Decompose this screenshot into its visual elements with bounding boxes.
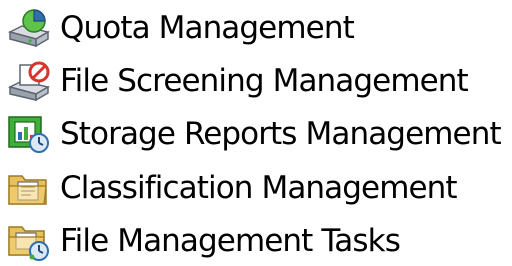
tree-item-file-management-tasks[interactable]: File Management Tasks <box>6 219 401 263</box>
file-screening-icon <box>6 61 52 101</box>
tree-item-label: File Screening Management <box>60 63 469 99</box>
tree-item-label: Quota Management <box>60 10 355 46</box>
quota-management-icon <box>6 8 52 48</box>
fsrm-tree-panel: Quota Management File Screening Manageme… <box>0 0 512 266</box>
tree-item-file-screening-management[interactable]: File Screening Management <box>6 59 469 103</box>
tree-item-label: Storage Reports Management <box>60 116 502 152</box>
tree-item-quota-management[interactable]: Quota Management <box>6 6 355 50</box>
tree-item-label: Classification Management <box>60 170 458 206</box>
storage-reports-icon <box>6 114 52 154</box>
classification-folder-icon <box>6 168 52 208</box>
tree-item-storage-reports-management[interactable]: Storage Reports Management <box>6 112 502 156</box>
tree-item-label: File Management Tasks <box>60 223 401 259</box>
file-tasks-folder-icon <box>6 221 52 261</box>
tree-item-classification-management[interactable]: Classification Management <box>6 166 458 210</box>
